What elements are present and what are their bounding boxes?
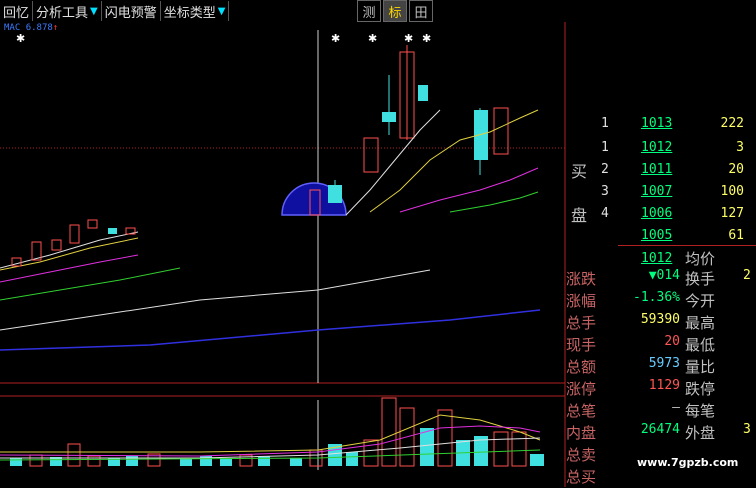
ma-line-green	[0, 267, 181, 301]
stat-right-value: 3	[743, 422, 751, 437]
order-price[interactable]: 1006	[641, 206, 672, 221]
order-row: 1 1012 3	[563, 136, 756, 158]
stat-label: 涨跌	[566, 270, 597, 288]
volume-bar	[258, 456, 270, 466]
stat-value: –	[672, 400, 680, 415]
volume-bar	[420, 428, 434, 466]
order-volume: 61	[728, 227, 744, 243]
order-price[interactable]: 1011	[641, 162, 672, 177]
ma-line-magenta-upper	[399, 167, 539, 213]
volume-bar	[437, 409, 453, 467]
order-volume: 3	[736, 139, 744, 155]
volume-bar	[220, 458, 232, 466]
stat-value: 1129	[648, 378, 680, 393]
divider	[618, 245, 756, 246]
candle	[474, 110, 488, 160]
order-row: 1005 61	[563, 224, 756, 246]
candle	[69, 224, 80, 244]
stat-label: 涨停	[566, 380, 597, 398]
order-price[interactable]: 1007	[641, 184, 672, 199]
order-price[interactable]: 1005	[641, 228, 672, 243]
order-row: 4 1006 127	[563, 202, 756, 224]
watermark-text: www.7gpzb.com	[637, 456, 739, 469]
stat-row: 内盘 26474 外盘 3	[563, 422, 756, 444]
candle-overlay	[328, 185, 342, 203]
stat-row: 涨幅 -1.36% 今开	[563, 290, 756, 312]
stat-right-label: 最高	[685, 314, 716, 332]
order-volume: 20	[728, 161, 744, 177]
stat-label: 内盘	[566, 424, 597, 442]
stat-row: 总买	[563, 466, 756, 488]
volume-bar	[493, 431, 509, 467]
candle	[418, 85, 428, 101]
stat-row: 涨停 1129 跌停	[563, 378, 756, 400]
candle	[493, 107, 509, 155]
marker-star-icon: ✱	[422, 32, 431, 45]
current-price: 1012	[641, 250, 673, 266]
stat-right-label: 每笔	[685, 402, 716, 420]
stat-right-label: 量比	[685, 358, 716, 376]
volume-bar	[29, 454, 43, 467]
stat-value: 5973	[648, 356, 680, 371]
stat-row: 总额 5973 量比	[563, 356, 756, 378]
order-volume: 100	[720, 183, 744, 199]
price-row: 1012 均价	[563, 247, 756, 269]
stat-label: 总手	[566, 314, 597, 332]
stat-right-label: 跌停	[685, 380, 716, 398]
volume-bar	[10, 458, 22, 466]
stat-row: 涨跌 ▼014 换手 2	[563, 268, 756, 290]
order-level: 4	[601, 205, 609, 221]
stat-label: 现手	[566, 336, 597, 354]
volume-bar	[530, 454, 544, 466]
order-row: 3 1007 100	[563, 180, 756, 202]
order-level: 1	[601, 115, 609, 131]
stat-row: 总笔 – 每笔	[563, 400, 756, 422]
order-level: 3	[601, 183, 609, 199]
stat-value: 59390	[640, 312, 680, 327]
candle	[108, 228, 117, 234]
stat-label: 总笔	[566, 402, 597, 420]
volume-bar	[363, 439, 379, 467]
stat-right-value: 2	[743, 268, 751, 283]
order-row: 2 1011 20	[563, 158, 756, 180]
candle	[382, 112, 396, 122]
order-row: 1 1013 222	[563, 112, 756, 134]
marker-star-icon: ✱	[16, 32, 25, 45]
ma-line-white-upper	[345, 109, 441, 216]
stat-right-label: 今开	[685, 292, 716, 310]
stats-panel: 涨跌 ▼014 换手 2 涨幅 -1.36% 今开总手 59390 最高现手 20 最低总额 5973…	[563, 268, 756, 487]
marker-star-icon: ✱	[368, 32, 377, 45]
volume-bar	[346, 452, 358, 466]
order-level: 1	[601, 139, 609, 155]
stat-label: 总额	[566, 358, 597, 376]
marker-star-icon: ✱	[404, 32, 413, 45]
volume-bar	[290, 458, 302, 466]
stat-value: 26474	[640, 422, 680, 437]
candle	[51, 239, 62, 251]
stat-value: 20	[664, 334, 680, 349]
candle	[87, 219, 98, 229]
ma-line-green-upper	[449, 191, 539, 213]
stat-label: 总买	[566, 468, 597, 486]
stat-value: ▼014	[648, 268, 680, 283]
order-level: 2	[601, 161, 609, 177]
volume-bar	[511, 431, 527, 467]
order-price[interactable]: 1013	[641, 116, 672, 131]
stat-row: 总手 59390 最高	[563, 312, 756, 334]
marker-star-icon: ✱	[331, 32, 340, 45]
ma-line-white	[0, 269, 431, 331]
stat-right-label: 外盘	[685, 424, 716, 442]
stat-value: -1.36%	[633, 290, 680, 305]
order-volume: 127	[720, 205, 744, 221]
stat-label: 总卖	[566, 446, 597, 464]
avg-price-label: 均价	[685, 249, 716, 268]
order-volume: 222	[720, 115, 744, 131]
order-price[interactable]: 1012	[641, 140, 672, 155]
stat-right-label: 换手	[685, 270, 716, 288]
ma-line-blue	[0, 309, 541, 351]
candle	[363, 137, 379, 173]
stat-right-label: 最低	[685, 336, 716, 354]
stat-row: 现手 20 最低	[563, 334, 756, 356]
stat-label: 涨幅	[566, 292, 597, 310]
